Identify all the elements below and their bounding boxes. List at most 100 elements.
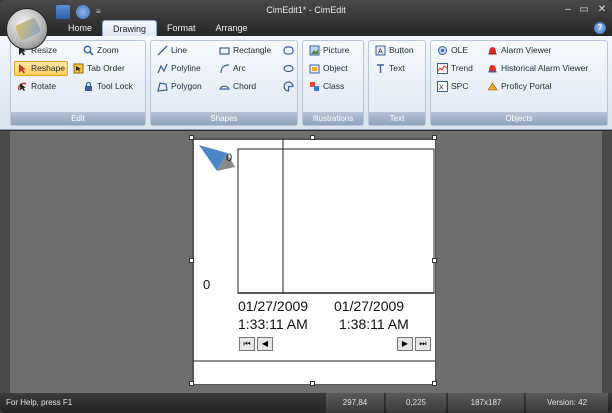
- svg-text:A: A: [378, 49, 383, 56]
- undo-icon[interactable]: [76, 5, 90, 19]
- tab-home[interactable]: Home: [58, 20, 102, 37]
- magnifier-icon: [83, 45, 94, 56]
- resize-handle-ne[interactable]: [432, 135, 437, 140]
- resize-handle-s[interactable]: [310, 381, 315, 386]
- spc-button[interactable]: X SPC: [435, 79, 470, 94]
- button-tool-icon: A: [375, 45, 386, 56]
- scroll-last-button[interactable]: ⏭: [415, 337, 431, 351]
- resize-handle-w[interactable]: [189, 258, 194, 263]
- resize-handle-sw[interactable]: [189, 381, 194, 386]
- reshape-button[interactable]: Reshape: [14, 61, 69, 76]
- tab-order-button[interactable]: Tab Order: [71, 61, 127, 76]
- resize-handle-n[interactable]: [310, 135, 315, 140]
- portal-icon: [487, 82, 498, 91]
- zoom-label: Zoom: [97, 45, 119, 55]
- resize-handle-e[interactable]: [432, 258, 437, 263]
- help-icon[interactable]: ?: [594, 22, 606, 34]
- alarm-viewer-label: Alarm Viewer: [501, 45, 552, 55]
- picture-button[interactable]: Picture: [307, 43, 351, 58]
- text-tool-button[interactable]: Text: [373, 61, 407, 76]
- close-button[interactable]: ✕: [594, 3, 610, 17]
- status-help-text: For Help, press F1: [6, 398, 73, 407]
- rectangle-icon: [219, 47, 230, 55]
- scroll-prev-button[interactable]: ◀: [257, 337, 273, 351]
- polyline-button[interactable]: Polyline: [155, 61, 203, 76]
- ole-icon: [438, 46, 447, 55]
- button-tool-button[interactable]: A Button: [373, 43, 416, 58]
- x-label-start-date: 01/27/2009: [238, 298, 308, 314]
- vertical-scrollbar[interactable]: [602, 131, 612, 393]
- group-shapes: Line Rectangle Polyline Arc Polygon Chor…: [150, 40, 298, 126]
- rotate-icon: [18, 82, 27, 91]
- trend-plot-area: [237, 148, 435, 294]
- polyline-label: Polyline: [171, 63, 201, 73]
- zoom-button[interactable]: Zoom: [81, 43, 121, 58]
- object-button[interactable]: Object: [307, 61, 350, 76]
- group-edit: Resize Zoom Reshape Tab Order Rotate Too…: [10, 40, 146, 126]
- left-ruler: [0, 131, 10, 393]
- tool-lock-label: Tool Lock: [97, 81, 133, 91]
- line-label: Line: [171, 45, 188, 55]
- pie-icon[interactable]: [283, 81, 294, 92]
- group-text-label: Text: [369, 112, 425, 125]
- trend-button[interactable]: Trend: [435, 61, 475, 76]
- historical-alarm-icon: [488, 65, 497, 73]
- class-icon: [310, 82, 319, 91]
- line-button[interactable]: Line: [155, 43, 189, 58]
- polyline-icon: [157, 63, 168, 74]
- rectangle-button[interactable]: Rectangle: [217, 43, 273, 58]
- resize-handle-se[interactable]: [432, 381, 437, 386]
- customize-qat-icon[interactable]: ≡: [96, 5, 104, 19]
- arc-label: Arc: [233, 63, 246, 73]
- tab-format[interactable]: Format: [157, 20, 206, 37]
- line-icon: [157, 45, 168, 56]
- spc-label: SPC: [451, 81, 469, 91]
- app-logo-icon: [14, 17, 42, 41]
- tab-drawing[interactable]: Drawing: [102, 20, 158, 37]
- class-button[interactable]: Class: [307, 79, 346, 94]
- save-icon[interactable]: [56, 5, 70, 19]
- scroll-next-button[interactable]: ▶: [397, 337, 413, 351]
- scroll-first-button[interactable]: ⏮: [239, 337, 255, 351]
- chord-button[interactable]: Chord: [217, 79, 258, 94]
- ribbon: Resize Zoom Reshape Tab Order Rotate Too…: [0, 36, 612, 130]
- title-bar: CimEdit1* - CimEdit ≡ – ▭ ✕ Home Drawing…: [0, 0, 612, 37]
- polygon-label: Polygon: [171, 81, 202, 91]
- alarm-viewer-button[interactable]: Alarm Viewer: [485, 43, 553, 58]
- ole-button[interactable]: OLE: [435, 43, 470, 58]
- maximize-button[interactable]: ▭: [576, 3, 592, 17]
- arc-button[interactable]: Arc: [217, 61, 248, 76]
- ribbon-tabs: Home Drawing Format Arrange: [58, 20, 258, 37]
- tool-lock-button[interactable]: Tool Lock: [81, 79, 135, 94]
- reshape-icon: [19, 64, 26, 74]
- ellipse-icon[interactable]: [283, 63, 294, 74]
- tab-order-label: Tab Order: [87, 63, 125, 73]
- drawing-page[interactable]: 0 0 01/27/2009 01/27/2009 1:33:11 AM 1:3…: [192, 138, 436, 385]
- rotate-button[interactable]: Rotate: [15, 79, 58, 94]
- chord-icon: [219, 85, 230, 90]
- proficy-portal-button[interactable]: Proficy Portal: [485, 79, 554, 94]
- tab-order-icon: [73, 63, 84, 74]
- alarm-bell-icon: [488, 47, 497, 55]
- minimize-button[interactable]: –: [560, 3, 576, 17]
- application-menu-button[interactable]: [6, 8, 48, 50]
- quick-access-toolbar: ≡: [56, 5, 104, 21]
- x-label-end-time: 1:38:11 AM: [339, 316, 409, 332]
- polygon-icon: [157, 82, 168, 92]
- resize-handle-nw[interactable]: [189, 135, 194, 140]
- tab-arrange[interactable]: Arrange: [206, 20, 258, 37]
- y-axis-bottom-label: 0: [203, 277, 210, 292]
- polygon-button[interactable]: Polygon: [155, 79, 204, 94]
- historical-alarm-viewer-label: Historical Alarm Viewer: [501, 63, 589, 73]
- cimedit-window: CimEdit1* - CimEdit ≡ – ▭ ✕ Home Drawing…: [0, 0, 612, 413]
- chord-label: Chord: [233, 81, 257, 91]
- x-label-end-date: 01/27/2009: [334, 298, 404, 314]
- group-shapes-label: Shapes: [151, 112, 297, 125]
- rounded-rect-icon[interactable]: [283, 45, 294, 56]
- text-tool-icon: [377, 64, 384, 73]
- spc-icon: X: [437, 81, 448, 92]
- reshape-label: Reshape: [31, 63, 66, 73]
- rectangle-label: Rectangle: [233, 45, 272, 55]
- status-bar: For Help, press F1 297,84 0,225 187x187 …: [0, 393, 612, 413]
- historical-alarm-viewer-button[interactable]: Historical Alarm Viewer: [485, 61, 590, 76]
